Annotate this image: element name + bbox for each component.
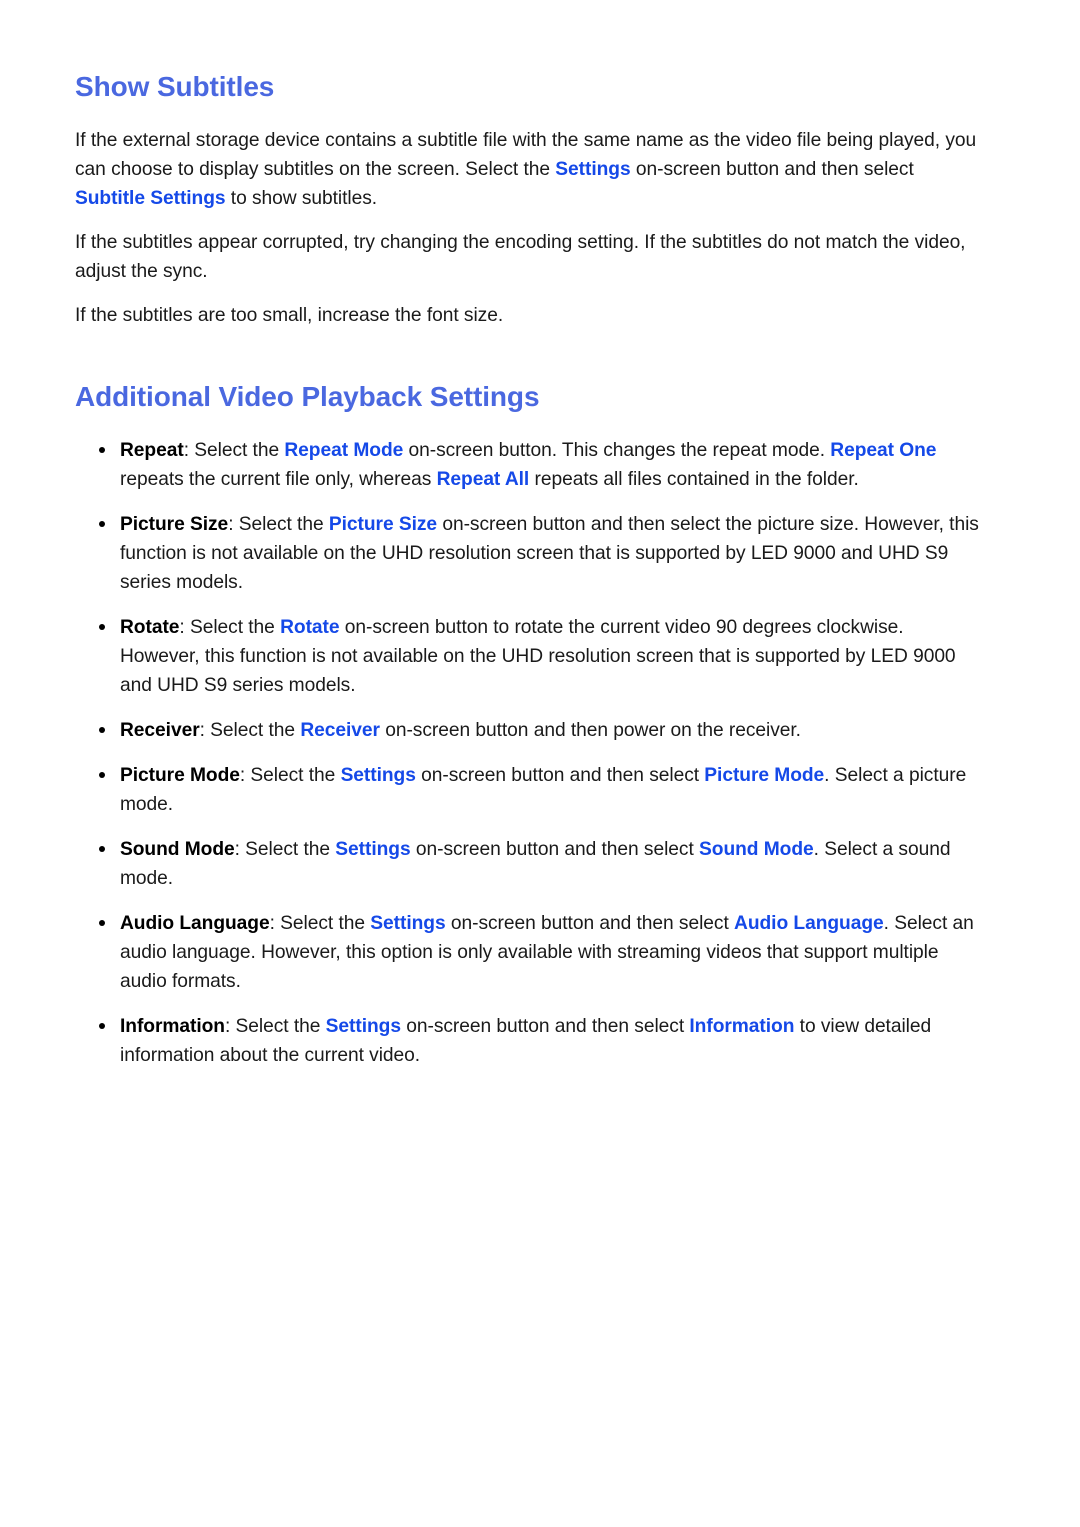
term-label: Rotate [120,617,180,638]
term-label: Receiver [120,720,200,741]
link-repeat-all[interactable]: Repeat All [437,469,530,490]
link-settings[interactable]: Settings [335,839,410,860]
link-receiver[interactable]: Receiver [300,720,380,741]
text-fragment: : Select the [228,514,329,535]
link-settings[interactable]: Settings [326,1016,401,1037]
list-item-picture-mode: Picture Mode: Select the Settings on-scr… [75,761,985,819]
bullet-dot-icon [99,920,105,926]
text-fragment: : Select the [199,720,301,741]
list-item-receiver: Receiver: Select the Receiver on-screen … [75,716,985,745]
paragraph-subtitle-corrupted: If the subtitles appear corrupted, try c… [75,232,966,282]
text-fragment: : Select the [234,839,336,860]
text-fragment: on-screen button and then select [410,839,700,860]
term-label: Information [120,1016,225,1037]
link-repeat-one[interactable]: Repeat One [830,440,936,461]
term-label: Repeat [120,440,184,461]
term-label: Picture Mode [120,765,240,786]
text-fragment: on-screen button. This changes the repea… [403,440,831,461]
term-label: Audio Language [120,913,270,934]
paragraph-subtitle-intro: If the external storage device contains … [75,126,985,213]
link-settings[interactable]: Settings [370,913,445,934]
paragraph-subtitle-font-size: If the subtitles are too small, increase… [75,305,504,326]
list-item-picture-size: Picture Size: Select the Picture Size on… [75,510,985,597]
link-rotate[interactable]: Rotate [280,617,339,638]
link-subtitle-settings[interactable]: Subtitle Settings [75,188,226,209]
text-fragment: : Select the [224,1016,326,1037]
text-fragment: to show subtitles. [225,188,378,209]
text-fragment: repeats the current file only, whereas [120,469,437,490]
text-fragment: : Select the [179,617,281,638]
list-item-rotate: Rotate: Select the Rotate on-screen butt… [75,613,985,700]
bullet-dot-icon [99,1023,105,1029]
text-fragment: on-screen button and then power on the r… [379,720,801,741]
link-sound-mode[interactable]: Sound Mode [699,839,814,860]
link-settings[interactable]: Settings [555,159,630,180]
bullet-dot-icon [99,772,105,778]
term-label: Picture Size [120,514,229,535]
text-fragment: on-screen button and then select [445,913,735,934]
text-fragment: : Select the [269,913,371,934]
list-item-repeat: Repeat: Select the Repeat Mode on-screen… [75,436,985,494]
text-fragment: : Select the [239,765,341,786]
list-item-audio-language: Audio Language: Select the Settings on-s… [75,909,985,996]
bullet-dot-icon [99,624,105,630]
link-picture-size[interactable]: Picture Size [329,514,437,535]
page-title-additional-video-playback-settings: Additional Video Playback Settings [75,381,540,412]
link-information[interactable]: Information [689,1016,794,1037]
bullet-dot-icon [99,727,105,733]
list-item-information: Information: Select the Settings on-scre… [75,1012,985,1070]
term-label: Sound Mode [120,839,235,860]
text-fragment: : Select the [183,440,285,461]
bullet-dot-icon [99,447,105,453]
text-fragment: on-screen button and then select [630,159,914,180]
page-title-show-subtitles: Show Subtitles [75,71,275,102]
bullet-dot-icon [99,521,105,527]
list-item-sound-mode: Sound Mode: Select the Settings on-scree… [75,835,985,893]
link-repeat-mode[interactable]: Repeat Mode [284,440,403,461]
text-fragment: on-screen button and then select [415,765,705,786]
manual-page: Show Subtitles If the external storage d… [0,0,1080,1527]
link-audio-language[interactable]: Audio Language [734,913,884,934]
additional-settings-list: Repeat: Select the Repeat Mode on-screen… [75,436,985,1070]
text-fragment: repeats all files contained in the folde… [529,469,859,490]
bullet-dot-icon [99,846,105,852]
text-fragment: on-screen button and then select [400,1016,690,1037]
link-settings[interactable]: Settings [341,765,416,786]
link-picture-mode[interactable]: Picture Mode [704,765,824,786]
